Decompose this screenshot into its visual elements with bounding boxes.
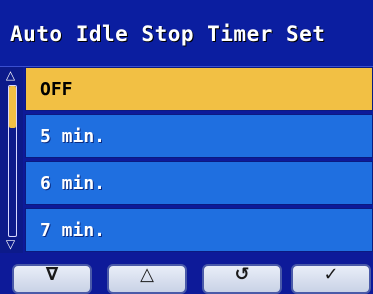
timer-option-list: OFF 5 min. 6 min. 7 min. — [25, 67, 373, 253]
list-item-off[interactable]: OFF — [25, 67, 373, 111]
back-button[interactable]: ↺ — [202, 264, 282, 294]
down-button[interactable]: ∇ — [12, 264, 92, 294]
scroll-down-icon[interactable]: ▽ — [3, 236, 18, 253]
ok-button[interactable]: ✓ — [291, 264, 371, 294]
list-item-label: 6 min. — [40, 173, 106, 194]
scroll-thumb[interactable] — [9, 86, 16, 128]
screen-header: Auto Idle Stop Timer Set — [0, 0, 373, 67]
list-item-6-min[interactable]: 6 min. — [25, 161, 373, 205]
list-item-label: OFF — [40, 79, 73, 100]
list-item-label: 5 min. — [40, 126, 106, 147]
list-item-5-min[interactable]: 5 min. — [25, 114, 373, 158]
scrollbar[interactable]: △ ▽ — [0, 67, 23, 253]
scroll-up-icon[interactable]: △ — [3, 67, 18, 84]
up-button[interactable]: △ — [107, 264, 187, 294]
scroll-track[interactable] — [8, 85, 17, 237]
page-title: Auto Idle Stop Timer Set — [10, 22, 326, 46]
list-item-7-min[interactable]: 7 min. — [25, 208, 373, 252]
list-item-label: 7 min. — [40, 220, 106, 241]
softkey-bar: ∇ △ ↺ ✓ — [0, 258, 373, 294]
